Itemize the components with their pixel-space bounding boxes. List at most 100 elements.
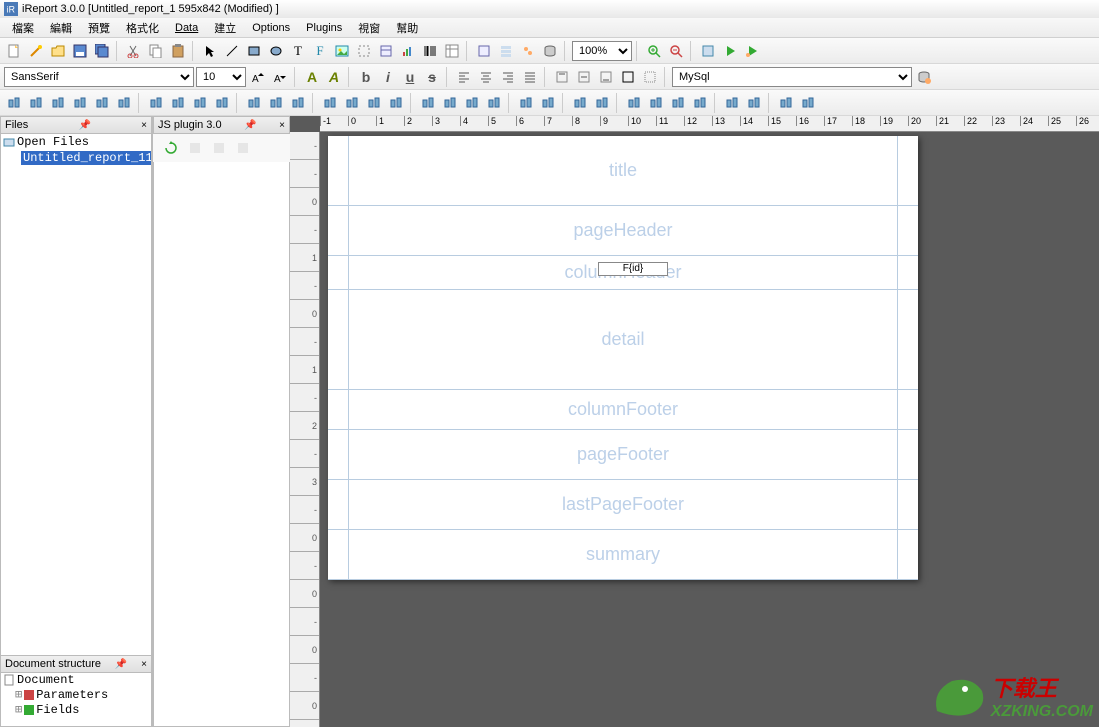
align-center-h-icon[interactable]: [26, 93, 46, 113]
align-left-margin-icon[interactable]: [146, 93, 166, 113]
align-top-margin-icon[interactable]: [190, 93, 210, 113]
field-expression[interactable]: F{id}: [598, 262, 668, 276]
valign-middle-icon[interactable]: [574, 67, 594, 87]
groups-icon[interactable]: [518, 41, 538, 61]
align-right-margin-icon[interactable]: [168, 93, 188, 113]
align-top-edge-icon[interactable]: [70, 93, 90, 113]
ds-fields[interactable]: ⊞Fields: [1, 702, 151, 717]
band-detail[interactable]: detail: [328, 290, 918, 390]
line-icon[interactable]: [222, 41, 242, 61]
chart-icon[interactable]: [398, 41, 418, 61]
paste-icon[interactable]: [168, 41, 188, 61]
wizard-icon[interactable]: [26, 41, 46, 61]
new-icon[interactable]: [4, 41, 24, 61]
tree-item[interactable]: Untitled_report_11: [1, 150, 151, 166]
plugin-btn2-icon[interactable]: [209, 138, 229, 158]
bold-icon[interactable]: A: [302, 67, 322, 87]
parameters-icon[interactable]: [474, 41, 494, 61]
pin-icon[interactable]: 📌: [115, 659, 127, 670]
database-icon[interactable]: [540, 41, 560, 61]
organize-down-icon[interactable]: [690, 93, 710, 113]
same-size-icon[interactable]: [288, 93, 308, 113]
pin-icon[interactable]: 📌: [244, 120, 256, 131]
align-right-icon[interactable]: [498, 67, 518, 87]
magnet-icon[interactable]: [798, 93, 818, 113]
space-v-rem-icon[interactable]: [484, 93, 504, 113]
run-icon[interactable]: [720, 41, 740, 61]
compile-icon[interactable]: [698, 41, 718, 61]
menu-options[interactable]: Options: [244, 20, 298, 36]
center-v-icon[interactable]: [538, 93, 558, 113]
zoom-in-icon[interactable]: [644, 41, 664, 61]
crosstab-icon[interactable]: [442, 41, 462, 61]
font-combo[interactable]: SansSerif: [4, 67, 194, 87]
align-left-icon[interactable]: [454, 67, 474, 87]
bands-icon[interactable]: [496, 41, 516, 61]
space-h-rem-icon[interactable]: [386, 93, 406, 113]
band-columnHeader[interactable]: columnHeaderF{id}: [328, 256, 918, 290]
font-increase-icon[interactable]: A: [248, 67, 268, 87]
plugin-btn3-icon[interactable]: [233, 138, 253, 158]
space-v-dec-icon[interactable]: [462, 93, 482, 113]
frame-icon[interactable]: [354, 41, 374, 61]
valign-bottom-icon[interactable]: [596, 67, 616, 87]
align-center-v-icon[interactable]: [92, 93, 112, 113]
align-bottom-margin-icon[interactable]: [212, 93, 232, 113]
add-icon[interactable]: [776, 93, 796, 113]
band-title[interactable]: title: [328, 136, 918, 206]
band-columnFooter[interactable]: columnFooter: [328, 390, 918, 430]
band-pageHeader[interactable]: pageHeader: [328, 206, 918, 256]
menu-preview[interactable]: 預覽: [80, 18, 118, 38]
plugin-btn1-icon[interactable]: [185, 138, 205, 158]
close-icon[interactable]: ×: [141, 120, 147, 131]
space-v-icon[interactable]: [418, 93, 438, 113]
italic-a-icon[interactable]: A: [324, 67, 344, 87]
pointer-icon[interactable]: [200, 41, 220, 61]
border2-icon[interactable]: [640, 67, 660, 87]
menu-format[interactable]: 格式化: [118, 18, 167, 38]
text-field-icon[interactable]: F: [310, 41, 330, 61]
align-justify-icon[interactable]: [520, 67, 540, 87]
organize-right-icon[interactable]: [646, 93, 666, 113]
subreport-icon[interactable]: [376, 41, 396, 61]
organize-left-icon[interactable]: [624, 93, 644, 113]
border-icon[interactable]: [618, 67, 638, 87]
space-h-icon[interactable]: [320, 93, 340, 113]
save-icon[interactable]: [70, 41, 90, 61]
menu-new[interactable]: 建立: [206, 18, 244, 38]
ellipse-icon[interactable]: [266, 41, 286, 61]
copy-icon[interactable]: [146, 41, 166, 61]
query-icon[interactable]: [914, 67, 934, 87]
database-combo[interactable]: MySql: [672, 67, 912, 87]
menu-plugins[interactable]: Plugins: [298, 20, 350, 36]
doc-struct-tree[interactable]: Document ⊞Parameters ⊞Fields: [0, 673, 152, 727]
text-static-icon[interactable]: T: [288, 41, 308, 61]
rect-icon[interactable]: [244, 41, 264, 61]
menu-help[interactable]: 幫助: [388, 18, 426, 38]
valign-top-icon[interactable]: [552, 67, 572, 87]
same-width-icon[interactable]: [244, 93, 264, 113]
space-v-inc-icon[interactable]: [440, 93, 460, 113]
ds-parameters[interactable]: ⊞Parameters: [1, 687, 151, 702]
send-back-icon[interactable]: [744, 93, 764, 113]
save-all-icon[interactable]: [92, 41, 112, 61]
tree-root[interactable]: Open Files: [1, 134, 151, 150]
align-bottom-edge-icon[interactable]: [114, 93, 134, 113]
zoom-out-icon[interactable]: [666, 41, 686, 61]
font-decrease-icon[interactable]: A: [270, 67, 290, 87]
bring-front-icon[interactable]: [722, 93, 742, 113]
underline-icon[interactable]: u: [400, 67, 420, 87]
menu-file[interactable]: 檔案: [4, 18, 42, 38]
close-icon[interactable]: ×: [141, 659, 147, 670]
size-combo[interactable]: 10: [196, 67, 246, 87]
space-h-inc-icon[interactable]: [342, 93, 362, 113]
menu-window[interactable]: 視窗: [350, 18, 388, 38]
plugin-refresh-icon[interactable]: [161, 138, 181, 158]
join-right-icon[interactable]: [592, 93, 612, 113]
italic-i-icon[interactable]: i: [378, 67, 398, 87]
band-pageFooter[interactable]: pageFooter: [328, 430, 918, 480]
align-center-icon[interactable]: [476, 67, 496, 87]
files-tree[interactable]: Open Files Untitled_report_11: [0, 134, 152, 711]
barcode-icon[interactable]: [420, 41, 440, 61]
bold-b-icon[interactable]: b: [356, 67, 376, 87]
